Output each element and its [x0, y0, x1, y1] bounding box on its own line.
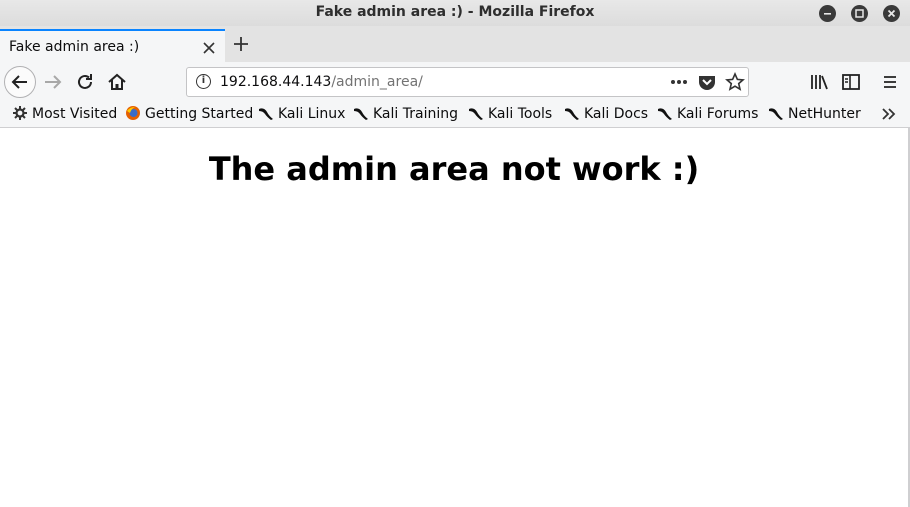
firefox-icon — [126, 106, 140, 120]
bookmark-kali-tools[interactable]: Kali Tools — [468, 105, 552, 122]
bookmark-getting-started[interactable]: Getting Started — [125, 105, 253, 122]
tab-title: Fake admin area :) — [9, 39, 140, 55]
forward-button[interactable] — [41, 70, 65, 94]
pocket-icon — [699, 76, 715, 90]
bookmark-label: Most Visited — [32, 106, 118, 122]
page-heading: The admin area not work :) — [208, 150, 700, 188]
menu-button[interactable] — [878, 70, 902, 94]
hamburger-menu-icon — [884, 76, 896, 88]
tab-bar: Fake admin area :) — [0, 26, 910, 62]
window-title: Fake admin area :) - Mozilla Firefox — [315, 4, 595, 20]
maximize-button[interactable] — [851, 5, 868, 22]
window-titlebar: Fake admin area :) - Mozilla Firefox — [0, 0, 910, 26]
page-content: The admin area not work :) — [0, 128, 910, 507]
bookmark-label: NetHunter — [788, 106, 861, 122]
kali-dragon-icon — [769, 108, 783, 120]
bookmark-nethunter[interactable]: NetHunter — [768, 105, 861, 122]
close-window-button[interactable] — [883, 5, 900, 22]
url-bar[interactable]: i 192.168.44.143/admin_area/ — [186, 67, 749, 97]
bookmark-label: Kali Forums — [677, 106, 759, 122]
bookmarks-overflow-button[interactable] — [880, 106, 898, 126]
sidebar-button[interactable] — [839, 70, 863, 94]
back-button[interactable] — [4, 66, 36, 98]
star-icon — [725, 72, 745, 91]
tab-close-button[interactable] — [203, 37, 215, 59]
bookmark-label: Kali Docs — [584, 106, 649, 122]
url-path: /admin_area/ — [331, 74, 423, 90]
kali-dragon-icon — [658, 108, 672, 120]
bookmark-kali-linux[interactable]: Kali Linux — [258, 105, 345, 122]
sidebar-icon — [842, 74, 860, 90]
bookmark-kali-forums[interactable]: Kali Forums — [657, 105, 758, 122]
url-host: 192.168.44.143 — [220, 74, 332, 90]
bookmark-label: Kali Training — [373, 106, 458, 122]
kali-dragon-icon — [469, 108, 483, 120]
kali-dragon-icon — [354, 108, 368, 120]
maximize-icon — [855, 9, 864, 18]
close-icon — [203, 42, 215, 54]
minimize-icon — [824, 13, 831, 15]
url-text[interactable]: 192.168.44.143/admin_area/ — [220, 74, 423, 90]
bookmark-kali-docs[interactable]: Kali Docs — [564, 105, 648, 122]
bookmark-label: Getting Started — [145, 106, 254, 122]
bookmark-label: Kali Linux — [278, 106, 346, 122]
navigation-toolbar: i 192.168.44.143/admin_area/ — [0, 62, 910, 102]
gear-icon — [13, 106, 27, 120]
reload-icon — [78, 74, 92, 89]
library-button[interactable] — [807, 70, 831, 94]
tab-active[interactable]: Fake admin area :) — [0, 29, 225, 62]
bookmarks-toolbar: Most Visited Getting Started Kali Linux … — [0, 102, 910, 128]
back-arrow-icon — [11, 75, 27, 89]
chevron-double-right-icon — [882, 108, 896, 120]
forward-arrow-icon — [45, 75, 62, 89]
home-button[interactable] — [105, 70, 129, 94]
close-icon — [887, 9, 896, 18]
plus-icon — [234, 37, 248, 51]
kali-dragon-icon — [565, 108, 579, 120]
bookmark-kali-training[interactable]: Kali Training — [353, 105, 458, 122]
new-tab-button[interactable] — [231, 32, 251, 54]
library-icon — [811, 75, 828, 90]
page-actions-button[interactable] — [669, 72, 689, 96]
reload-button[interactable] — [73, 70, 97, 94]
minimize-button[interactable] — [819, 5, 836, 22]
home-icon — [108, 73, 126, 90]
kali-dragon-icon — [259, 108, 273, 120]
info-icon[interactable]: i — [196, 74, 211, 89]
bookmark-most-visited[interactable]: Most Visited — [12, 105, 117, 122]
bookmark-label: Kali Tools — [488, 106, 553, 122]
more-horizontal-icon — [671, 80, 687, 84]
bookmark-star-button[interactable] — [725, 72, 745, 96]
pocket-button[interactable] — [697, 72, 717, 96]
